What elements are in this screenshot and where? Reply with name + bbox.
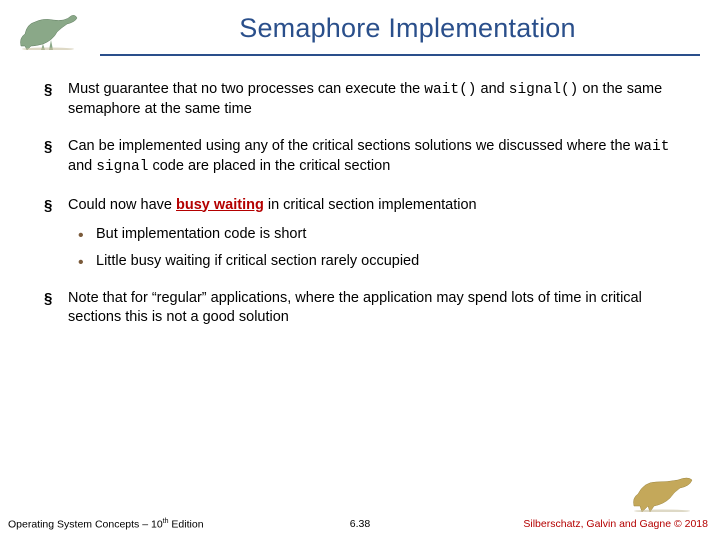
bullet-item-3: Could now have busy waiting in critical … xyxy=(38,196,680,271)
text: Must guarantee that no two processes can… xyxy=(68,81,424,97)
bullet-list: Must guarantee that no two processes can… xyxy=(38,80,680,327)
bullet-item-1: Must guarantee that no two processes can… xyxy=(38,80,680,119)
code-signal: signal xyxy=(96,159,148,175)
text: Edition xyxy=(169,518,204,530)
slide-footer: Operating System Concepts – 10th Edition… xyxy=(0,518,720,531)
code-signal: signal() xyxy=(509,82,579,98)
dinosaur-logo-bottom xyxy=(628,472,698,514)
text: and xyxy=(477,81,509,97)
slide-body: Must guarantee that no two processes can… xyxy=(0,56,720,540)
busy-waiting-term: busy waiting xyxy=(176,197,264,213)
text: in critical section implementation xyxy=(264,197,477,213)
footer-book-title: Operating System Concepts – 10th Edition xyxy=(8,518,204,531)
text: Operating System Concepts – 10 xyxy=(8,518,163,530)
sub-bullet-list: But implementation code is short Little … xyxy=(68,225,680,271)
slide-title: Semaphore Implementation xyxy=(95,13,720,44)
code-wait: wait() xyxy=(424,82,476,98)
text: Can be implemented using any of the crit… xyxy=(68,138,635,154)
footer-copyright: Silberschatz, Galvin and Gagne © 2018 xyxy=(523,518,708,530)
dinosaur-icon xyxy=(628,472,698,512)
slide: Semaphore Implementation Must guarantee … xyxy=(0,0,720,540)
bullet-item-4: Note that for “regular” applications, wh… xyxy=(38,289,680,327)
sub-bullet-2: Little busy waiting if critical section … xyxy=(68,252,680,271)
text: Could now have xyxy=(68,197,176,213)
dinosaur-icon xyxy=(13,10,83,50)
sub-bullet-1: But implementation code is short xyxy=(68,225,680,244)
code-wait: wait xyxy=(635,139,670,155)
slide-header: Semaphore Implementation xyxy=(0,0,720,50)
bullet-item-2: Can be implemented using any of the crit… xyxy=(38,137,680,177)
footer-page-number: 6.38 xyxy=(350,518,370,530)
dinosaur-logo-top xyxy=(0,6,95,50)
text: and xyxy=(68,158,96,174)
text: code are placed in the critical section xyxy=(148,158,390,174)
